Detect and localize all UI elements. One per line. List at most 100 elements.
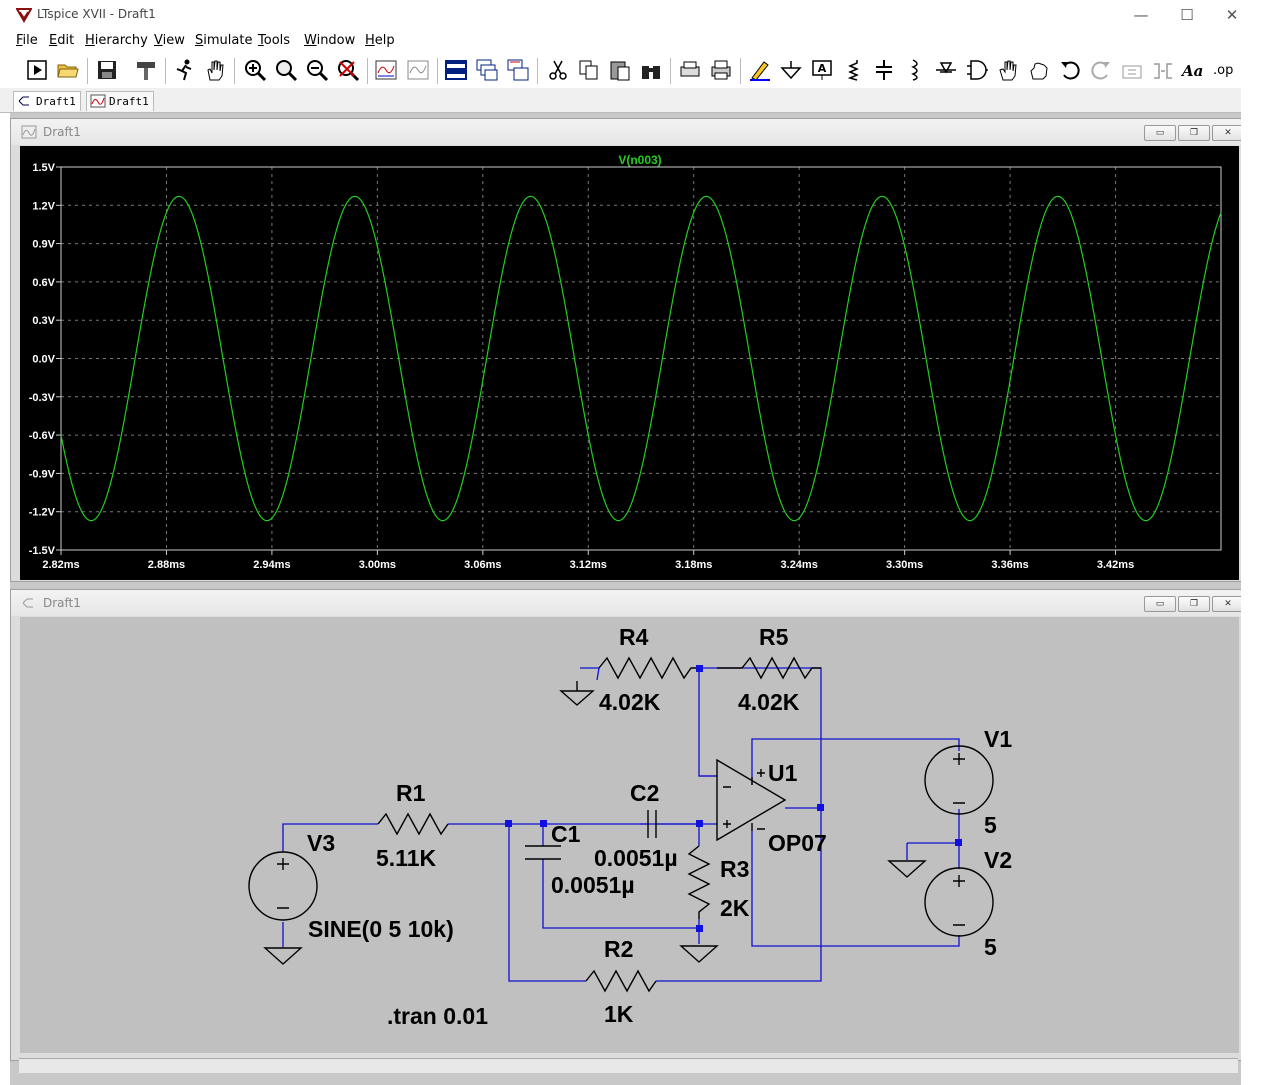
cascade-icon[interactable]	[475, 58, 499, 82]
label-r2-value[interactable]: 1K	[604, 1001, 634, 1027]
find-binoculars-icon[interactable]	[639, 58, 663, 82]
undo-icon[interactable]	[1058, 58, 1082, 82]
draw-wire-pencil-icon[interactable]	[748, 58, 772, 82]
autorange-icon[interactable]	[374, 58, 398, 82]
wire-inverting[interactable]	[698, 668, 717, 777]
tab-schematic[interactable]: Draft1	[13, 91, 81, 111]
resistor-r1[interactable]	[377, 812, 449, 836]
wire-supply-mid[interactable]	[906, 809, 960, 869]
manual-limits-icon[interactable]	[406, 58, 430, 82]
menu-file[interactable]: File	[16, 33, 38, 48]
pan-icon[interactable]	[274, 58, 298, 82]
menu-window[interactable]: Window	[304, 33, 355, 48]
schematic-window-titlebar[interactable]: Draft1 ▭ ❐ ✕	[11, 590, 1244, 616]
zoom-in-icon[interactable]	[243, 58, 267, 82]
waveform-plot[interactable]: V(n003) 1.5V 1.2V 0.9V 0.6V 0.3V 0.0V -0.3V -0.…	[20, 146, 1239, 580]
label-u1-value[interactable]: OP07	[768, 830, 827, 856]
mdi-workspace: Draft1 ▭ ❐ ✕ V(n003) 1.5V 1.2V 0.9V 0.6V 0.3…	[10, 113, 1244, 1085]
copy-icon[interactable]	[577, 58, 601, 82]
text-tool-icon[interactable]: Aa	[1182, 62, 1203, 80]
label-r3-value[interactable]: 2K	[720, 895, 750, 921]
child-minimize-button[interactable]: ▭	[1144, 125, 1176, 141]
inductor-icon[interactable]	[903, 58, 927, 82]
resistor-r4[interactable]	[598, 656, 699, 680]
toolbar-separator	[367, 58, 368, 84]
trace-label[interactable]: V(n003)	[618, 153, 661, 167]
child-close-button[interactable]: ✕	[1212, 125, 1244, 141]
open-folder-icon[interactable]	[56, 58, 80, 82]
capacitor-icon[interactable]	[872, 58, 896, 82]
menu-help[interactable]: Help	[365, 33, 395, 48]
label-v3-name[interactable]: V3	[307, 830, 335, 856]
child-minimize-button[interactable]: ▭	[1144, 596, 1176, 612]
schematic-canvas[interactable]: R4 4.02K R5 4.02K R1 5.11K C1 0.0051µ C2…	[20, 617, 1239, 1053]
child-restore-button[interactable]: ❐	[1178, 596, 1210, 612]
spice-directive-icon[interactable]: .op	[1213, 63, 1233, 78]
trace-v-n003[interactable]	[60, 195, 1222, 522]
paste-icon[interactable]	[608, 58, 632, 82]
plot-frame	[60, 166, 1222, 551]
zoom-out-icon[interactable]	[305, 58, 329, 82]
drag-hand-icon[interactable]	[1027, 58, 1051, 82]
label-c2-value[interactable]: 0.0051µ	[594, 845, 678, 871]
menu-view[interactable]: View	[154, 33, 185, 48]
resistor-icon[interactable]	[841, 58, 865, 82]
print-icon[interactable]	[709, 58, 733, 82]
label-c1-value[interactable]: 0.0051µ	[551, 872, 635, 898]
label-v2-value[interactable]: 5	[984, 934, 997, 960]
halt-hand-icon[interactable]	[203, 58, 227, 82]
capacitor-c1[interactable]	[525, 845, 561, 860]
label-r1-name[interactable]: R1	[396, 780, 426, 806]
new-schematic-icon[interactable]	[25, 58, 49, 82]
save-icon[interactable]	[95, 58, 119, 82]
diode-icon[interactable]	[934, 58, 958, 82]
label-r3-name[interactable]: R3	[720, 856, 749, 882]
menu-edit[interactable]: Edit	[49, 33, 74, 48]
run-simulation-icon[interactable]	[172, 58, 196, 82]
label-r5-name[interactable]: R5	[759, 624, 789, 650]
child-close-button[interactable]: ✕	[1212, 596, 1244, 612]
tile-horizontal-icon[interactable]	[444, 58, 468, 82]
menu-tools[interactable]: Tools	[258, 33, 290, 48]
label-r2-name[interactable]: R2	[604, 936, 633, 962]
label-u1-name[interactable]: U1	[768, 760, 798, 786]
minimize-button[interactable]: —	[1129, 4, 1153, 26]
menu-tools-label: ools	[263, 33, 291, 48]
zoom-fit-icon[interactable]	[336, 58, 360, 82]
maximize-button[interactable]: ☐	[1175, 4, 1199, 26]
waveform-window-titlebar[interactable]: Draft1 ▭ ❐ ✕	[11, 119, 1244, 145]
print-preview-icon[interactable]	[678, 58, 702, 82]
control-panel-hammer-icon[interactable]	[134, 58, 158, 82]
ground-icon[interactable]	[779, 58, 803, 82]
label-r5-value[interactable]: 4.02K	[738, 689, 800, 715]
cut-scissors-icon[interactable]	[546, 58, 570, 82]
resistor-r2[interactable]	[585, 969, 657, 993]
rotate-icon[interactable]	[1120, 58, 1144, 82]
menu-hierarchy[interactable]: Hierarchy	[85, 33, 148, 48]
mirror-icon[interactable]	[1151, 58, 1175, 82]
label-net-icon[interactable]: A	[810, 58, 834, 82]
label-v2-name[interactable]: V2	[984, 847, 1012, 873]
label-v1-name[interactable]: V1	[984, 726, 1012, 752]
child-restore-button[interactable]: ❐	[1178, 125, 1210, 141]
redo-icon[interactable]	[1089, 58, 1113, 82]
label-v3-value[interactable]: SINE(0 5 10k)	[308, 916, 454, 942]
label-r4-value[interactable]: 4.02K	[599, 689, 661, 715]
label-r1-value[interactable]: 5.11K	[376, 845, 436, 871]
schematic-drawing[interactable]: R4 4.02K R5 4.02K R1 5.11K C1 0.0051µ C2…	[20, 617, 1239, 1053]
wire-opamp-inputs[interactable]	[699, 775, 717, 825]
tab-waveform[interactable]: Draft1	[86, 91, 154, 111]
label-r4-name[interactable]: R4	[619, 624, 649, 650]
plot-pane[interactable]: V(n003) 1.5V 1.2V 0.9V 0.6V 0.3V 0.0V -0.3V -0.…	[20, 146, 1239, 580]
label-c2-name[interactable]: C2	[630, 780, 659, 806]
resistor-r3[interactable]	[687, 845, 711, 919]
y-tick-label: 1.5V	[32, 162, 55, 174]
tile-vertical-icon[interactable]	[506, 58, 530, 82]
component-icon[interactable]	[965, 58, 989, 82]
label-v1-value[interactable]: 5	[984, 812, 997, 838]
move-hand-icon[interactable]	[996, 58, 1020, 82]
junction	[696, 925, 703, 932]
menu-simulate[interactable]: Simulate	[195, 33, 252, 48]
label-c1-name[interactable]: C1	[551, 821, 581, 847]
spice-directive-tran[interactable]: .tran 0.01	[387, 1003, 488, 1029]
